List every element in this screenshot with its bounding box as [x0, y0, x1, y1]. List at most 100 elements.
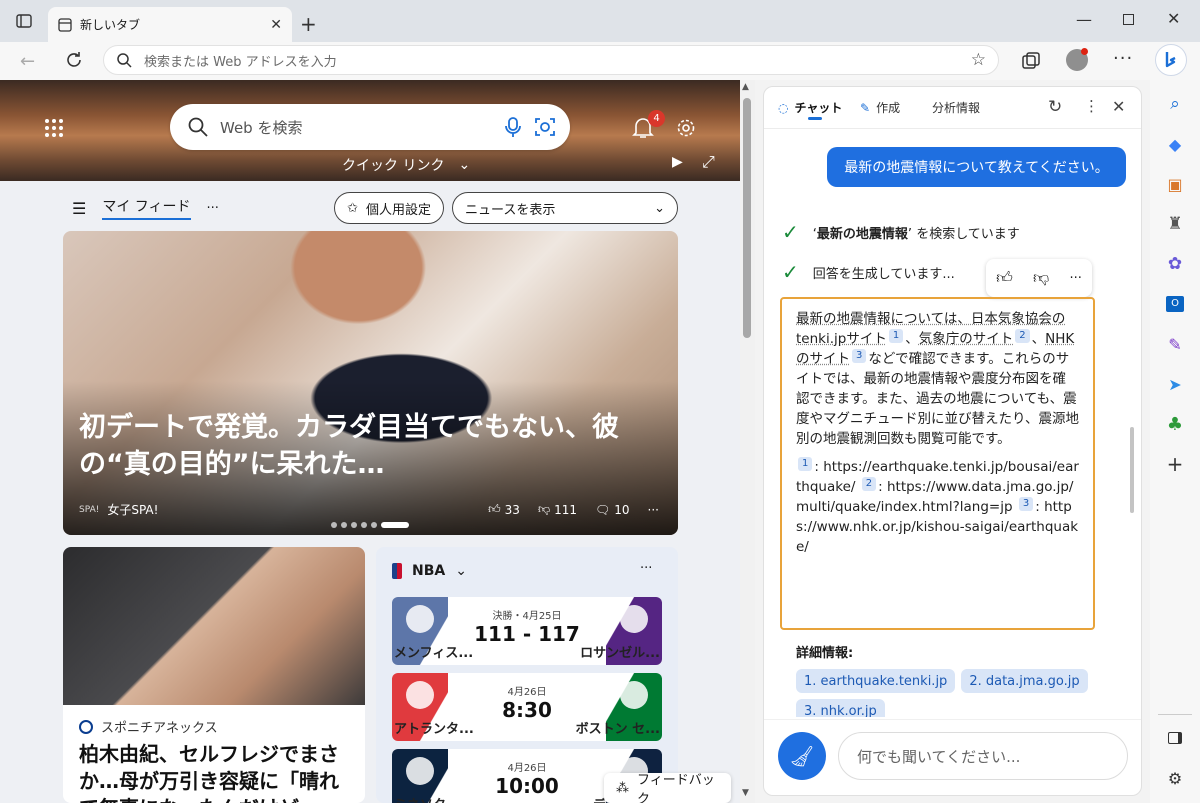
- citation-2[interactable]: 2: [1015, 329, 1030, 343]
- quick-links-toggle[interactable]: クイック リンク ⌄: [342, 155, 470, 175]
- page-settings-gear-icon[interactable]: [676, 118, 696, 138]
- answer-link-2[interactable]: 気象庁のサイト: [919, 331, 1014, 347]
- answer-link-1[interactable]: tenki.jpサイト: [796, 331, 887, 347]
- feedback-button[interactable]: ⁂ フィードバック: [604, 773, 731, 803]
- microphone-icon[interactable]: [504, 116, 522, 138]
- feed-more-icon[interactable]: ···: [207, 201, 219, 216]
- thumbs-up-icon[interactable]: 👍︎: [996, 268, 1013, 288]
- add-favorite-icon[interactable]: ☆: [971, 50, 986, 70]
- card-more-icon[interactable]: ···: [648, 503, 659, 517]
- sidebar-drop-icon[interactable]: ➤: [1163, 372, 1187, 396]
- sidebar-tree-icon[interactable]: ♣: [1163, 412, 1187, 436]
- new-tab-button[interactable]: +: [300, 12, 317, 36]
- sidebar-outlook-icon[interactable]: O: [1163, 292, 1187, 316]
- chat-input-placeholder: 何でも聞いてください...: [857, 747, 1021, 766]
- source-chip-3[interactable]: 3. nhk.or.jp: [796, 699, 885, 717]
- browser-tab[interactable]: 新しいタブ ✕: [48, 7, 292, 42]
- sidebar-m365-icon[interactable]: ✿: [1163, 252, 1187, 276]
- like-button[interactable]: 👍︎ 33: [488, 502, 520, 517]
- close-window-button[interactable]: ✕: [1167, 9, 1180, 28]
- thumbs-up-icon: 👍︎: [488, 502, 501, 516]
- news-display-select[interactable]: ニュースを表示 ⌄: [452, 192, 678, 224]
- news-card-2[interactable]: スポニチアネックス 柏木由紀、セルフレジでまさか…母が万引き容疑に「晴れて無事に…: [63, 547, 365, 803]
- app-launcher-icon[interactable]: [44, 118, 64, 138]
- play-icon[interactable]: ▶: [672, 154, 683, 170]
- hamburger-menu-icon[interactable]: ☰: [72, 199, 86, 218]
- more-menu-button[interactable]: ···: [1113, 48, 1133, 69]
- feedback-label: フィードバック: [637, 773, 715, 803]
- back-button[interactable]: ←: [20, 51, 35, 72]
- generate-step: ✓ 回答を生成しています...: [782, 260, 955, 284]
- thumbs-down-icon[interactable]: 👎︎: [1033, 268, 1049, 288]
- dislike-button[interactable]: 👎︎ 111: [538, 502, 577, 517]
- tab-actions-icon[interactable]: [16, 13, 32, 29]
- sports-more-icon[interactable]: ···: [640, 561, 652, 576]
- close-tab-icon[interactable]: ✕: [270, 17, 282, 33]
- my-feed-tab[interactable]: マイ フィード: [102, 196, 191, 220]
- sidebar-hide-icon[interactable]: [1163, 726, 1187, 750]
- minimize-button[interactable]: —: [1076, 10, 1092, 29]
- sidebar-shopping-icon[interactable]: ◆: [1163, 132, 1187, 156]
- sidebar-add-icon[interactable]: +: [1163, 452, 1187, 476]
- response-more-icon[interactable]: ···: [1069, 271, 1081, 286]
- sidebar-designer-icon[interactable]: ✎: [1163, 332, 1187, 356]
- news-card-2-title[interactable]: 柏木由紀、セルフレジでまさか…母が万引き容疑に「晴れて無事になったんだけど」: [79, 741, 351, 803]
- notifications-bell-icon[interactable]: 4: [632, 110, 665, 140]
- chat-scrollbar[interactable]: [1130, 427, 1134, 513]
- main-news-card[interactable]: 初デートで発覚。カラダ目当てでもない、彼の“真の目的”に呆れた… SPA! 女子…: [63, 231, 678, 535]
- address-bar[interactable]: 検索または Web アドレスを入力 ☆: [103, 45, 999, 75]
- web-search-box[interactable]: Web を検索: [170, 104, 570, 150]
- carousel-dots[interactable]: [331, 522, 409, 528]
- comment-button[interactable]: 🗨︎ 10: [595, 503, 630, 517]
- sidebar-tools-icon[interactable]: ▣: [1163, 172, 1187, 196]
- refresh-button[interactable]: [64, 50, 84, 70]
- visual-search-icon[interactable]: [534, 116, 556, 138]
- sidebar-games-icon[interactable]: ♜: [1163, 212, 1187, 236]
- collections-icon[interactable]: [1021, 51, 1041, 71]
- close-panel-icon[interactable]: ✕: [1112, 97, 1125, 116]
- maximize-button[interactable]: [1123, 14, 1134, 25]
- chat-input[interactable]: 何でも聞いてください...: [838, 732, 1128, 780]
- profile-avatar[interactable]: [1066, 48, 1088, 71]
- search-step-text: ‘最新の地震情報’ を検索しています: [812, 226, 1020, 242]
- notification-count-badge: 4: [648, 110, 665, 127]
- league-header[interactable]: NBA ⌄: [392, 563, 467, 579]
- tab-insights[interactable]: 分析情報: [932, 99, 980, 116]
- main-card-headline[interactable]: 初デートで発覚。カラダ目当てでもない、彼の“真の目的”に呆れた…: [79, 409, 659, 483]
- page-scrollbar[interactable]: ▲ ▼: [740, 80, 755, 803]
- dislike-count: 111: [554, 502, 578, 517]
- tab-chat[interactable]: ◌ チャット: [778, 99, 842, 116]
- game-row[interactable]: 4月26日 8:30 アトランタ... ボストン セ...: [392, 673, 662, 741]
- answer-text: 最新の地震情報については、日本気象協会のtenki.jpサイト 1 、気象庁のサイト…: [796, 309, 1079, 449]
- fullscreen-icon[interactable]: ⤢: [702, 152, 715, 172]
- panel-more-icon[interactable]: ⋮: [1084, 97, 1099, 115]
- personalize-button[interactable]: ✩ 個人用設定: [334, 192, 444, 224]
- ref-num-2[interactable]: 2: [861, 477, 877, 491]
- tab-compose[interactable]: ✎ 作成: [860, 99, 900, 116]
- ref-num-1[interactable]: 1: [798, 457, 813, 471]
- citation-1[interactable]: 1: [888, 329, 904, 343]
- bing-chat-button[interactable]: [1155, 44, 1187, 76]
- broom-icon: 🧹︎: [789, 744, 815, 768]
- news-card-2-source: スポニチアネックス: [101, 721, 218, 736]
- sidebar-settings-gear-icon[interactable]: ⚙: [1163, 766, 1187, 790]
- new-topic-broom-button[interactable]: 🧹︎: [778, 732, 826, 780]
- scrollbar-thumb[interactable]: [743, 98, 751, 338]
- tab-compose-label: 作成: [876, 101, 901, 115]
- chat-composer: 🧹︎ 何でも聞いてください...: [764, 719, 1141, 795]
- personalize-star-icon: ✩: [347, 200, 358, 216]
- sidebar-search-icon[interactable]: ⌕: [1163, 92, 1187, 116]
- source-chip-1[interactable]: 1. earthquake.tenki.jp: [796, 669, 956, 693]
- game-row[interactable]: 決勝・4月25日 111 - 117 メンフィス... ロサンゼル...: [392, 597, 662, 665]
- feed-bar: ☰ マイ フィード ··· ✩ 個人用設定 ニュースを表示 ⌄: [62, 188, 678, 228]
- refresh-chat-icon[interactable]: ↻: [1048, 97, 1062, 117]
- answer-sep-1: 、: [905, 331, 919, 347]
- web-search-placeholder: Web を検索: [220, 118, 303, 137]
- source-chip-2[interactable]: 2. data.jma.go.jp: [961, 669, 1088, 693]
- ref-num-3[interactable]: 3: [1018, 497, 1034, 511]
- news-card-2-image: [63, 547, 365, 705]
- citation-3[interactable]: 3: [852, 349, 867, 363]
- chevron-down-icon: ⌄: [458, 157, 471, 173]
- nba-scores-card[interactable]: NBA ⌄ ··· 決勝・4月25日 111 - 117 メンフィス... ロサンゼル…: [376, 547, 678, 803]
- publisher-logo-icon: [79, 719, 93, 734]
